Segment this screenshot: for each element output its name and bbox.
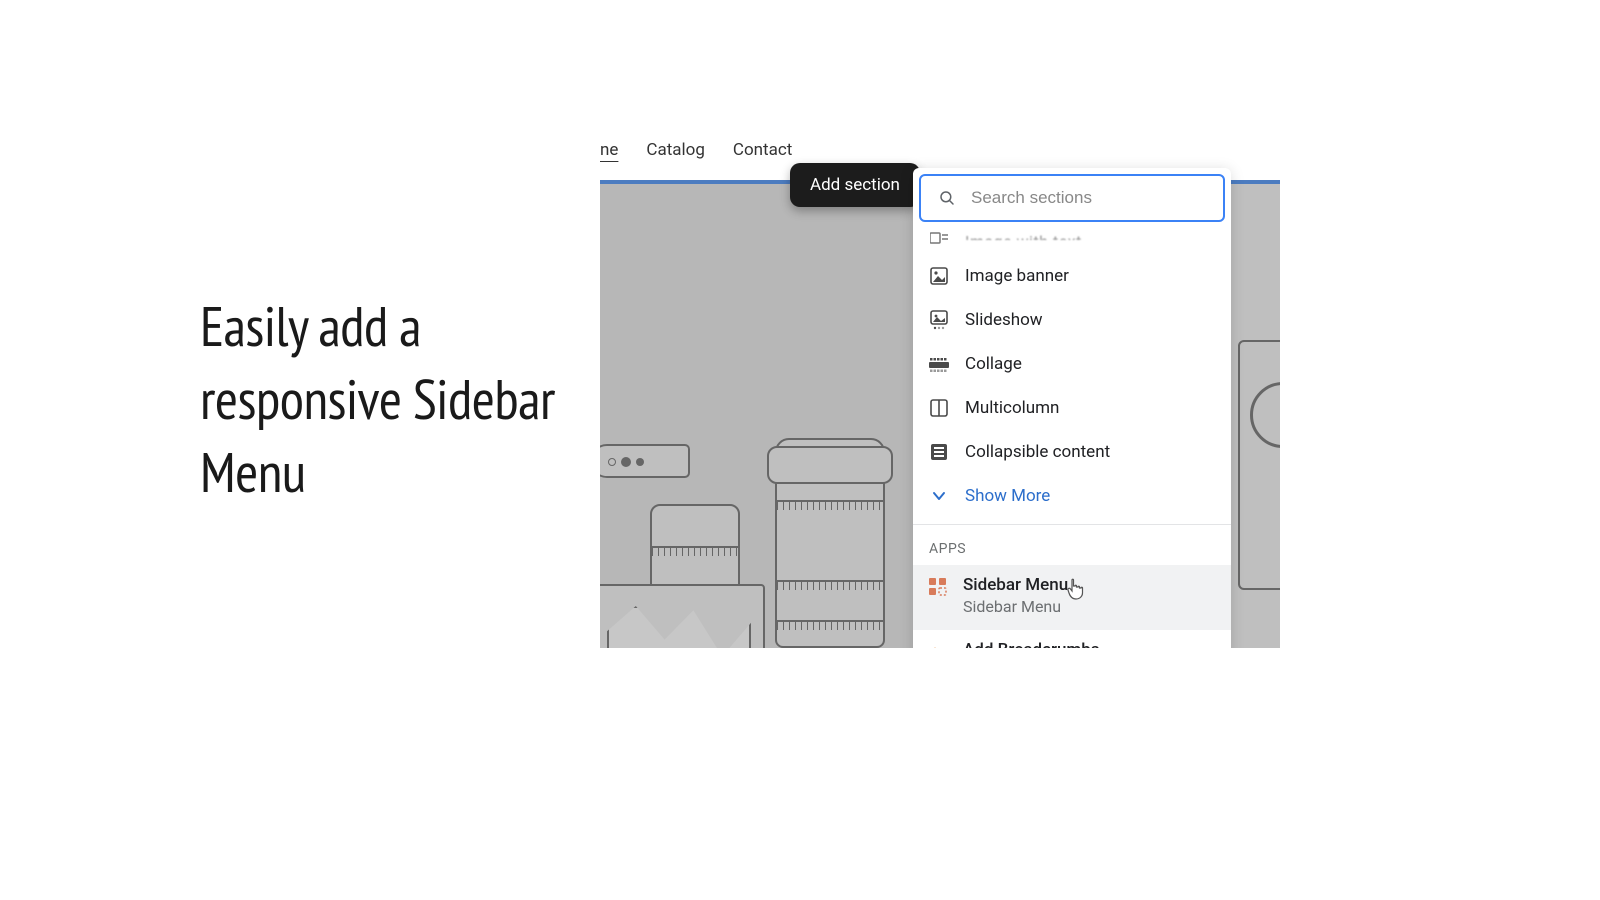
slideshow-icon bbox=[929, 310, 949, 330]
section-label: Slideshow bbox=[965, 310, 1043, 330]
search-input[interactable] bbox=[971, 188, 1207, 208]
search-row[interactable] bbox=[919, 174, 1225, 222]
nav-link-catalog[interactable]: Catalog bbox=[646, 140, 705, 160]
storefront-nav: ne Catalog Contact bbox=[600, 130, 792, 170]
show-more-label: Show More bbox=[965, 486, 1050, 506]
section-item-image-banner[interactable]: Image banner bbox=[913, 254, 1231, 298]
app-breadcrumbs-icon bbox=[929, 643, 947, 648]
app-item-title: Add Breadcrumbs bbox=[963, 640, 1100, 648]
section-label: Image with text bbox=[965, 232, 1082, 240]
section-picker-panel: Image with text Image banner Slideshow C… bbox=[913, 168, 1231, 648]
screenshot-viewport: ne Catalog Contact Add section bbox=[600, 120, 1280, 648]
app-item-title: Sidebar Menu bbox=[963, 575, 1068, 595]
app-item-breadcrumbs[interactable]: Add Breadcrumbs bbox=[913, 630, 1231, 648]
section-label: Collage bbox=[965, 354, 1022, 374]
line-art-camera bbox=[1238, 340, 1280, 590]
pointer-cursor-icon bbox=[1065, 578, 1085, 600]
section-label: Collapsible content bbox=[965, 442, 1110, 462]
nav-link-contact[interactable]: Contact bbox=[733, 140, 792, 160]
chevron-down-icon bbox=[929, 486, 949, 506]
section-item-multicolumn[interactable]: Multicolumn bbox=[913, 386, 1231, 430]
app-item-subtitle: Sidebar Menu bbox=[963, 597, 1068, 616]
collage-icon bbox=[929, 354, 949, 374]
line-art-lens-big bbox=[775, 438, 885, 648]
search-icon bbox=[937, 188, 957, 208]
collapsible-icon bbox=[929, 442, 949, 462]
section-item-collage[interactable]: Collage bbox=[913, 342, 1231, 386]
image-with-text-icon bbox=[929, 228, 949, 248]
app-block-icon bbox=[929, 578, 947, 596]
line-art-right bbox=[1230, 180, 1280, 648]
multicolumn-icon bbox=[929, 398, 949, 418]
tooltip-label: Add section bbox=[810, 175, 900, 195]
section-item-collapsible[interactable]: Collapsible content bbox=[913, 430, 1231, 474]
promo-headline: Easily add a responsive Sidebar Menu bbox=[200, 290, 580, 508]
line-art-strap bbox=[600, 444, 690, 478]
image-banner-icon bbox=[929, 266, 949, 286]
promo-block: Easily add a responsive Sidebar Menu bbox=[200, 290, 580, 508]
line-art-book bbox=[600, 584, 765, 648]
section-item-slideshow[interactable]: Slideshow bbox=[913, 298, 1231, 342]
section-label: Multicolumn bbox=[965, 398, 1059, 418]
section-label: Image banner bbox=[965, 266, 1069, 286]
nav-link-home-partial[interactable]: ne bbox=[600, 140, 618, 160]
show-more-button[interactable]: Show More bbox=[913, 474, 1231, 518]
add-section-tooltip: Add section bbox=[790, 163, 920, 207]
divider bbox=[913, 524, 1231, 525]
apps-group-label: APPS bbox=[913, 531, 1231, 565]
section-item-cutoff[interactable]: Image with text bbox=[913, 228, 1231, 254]
